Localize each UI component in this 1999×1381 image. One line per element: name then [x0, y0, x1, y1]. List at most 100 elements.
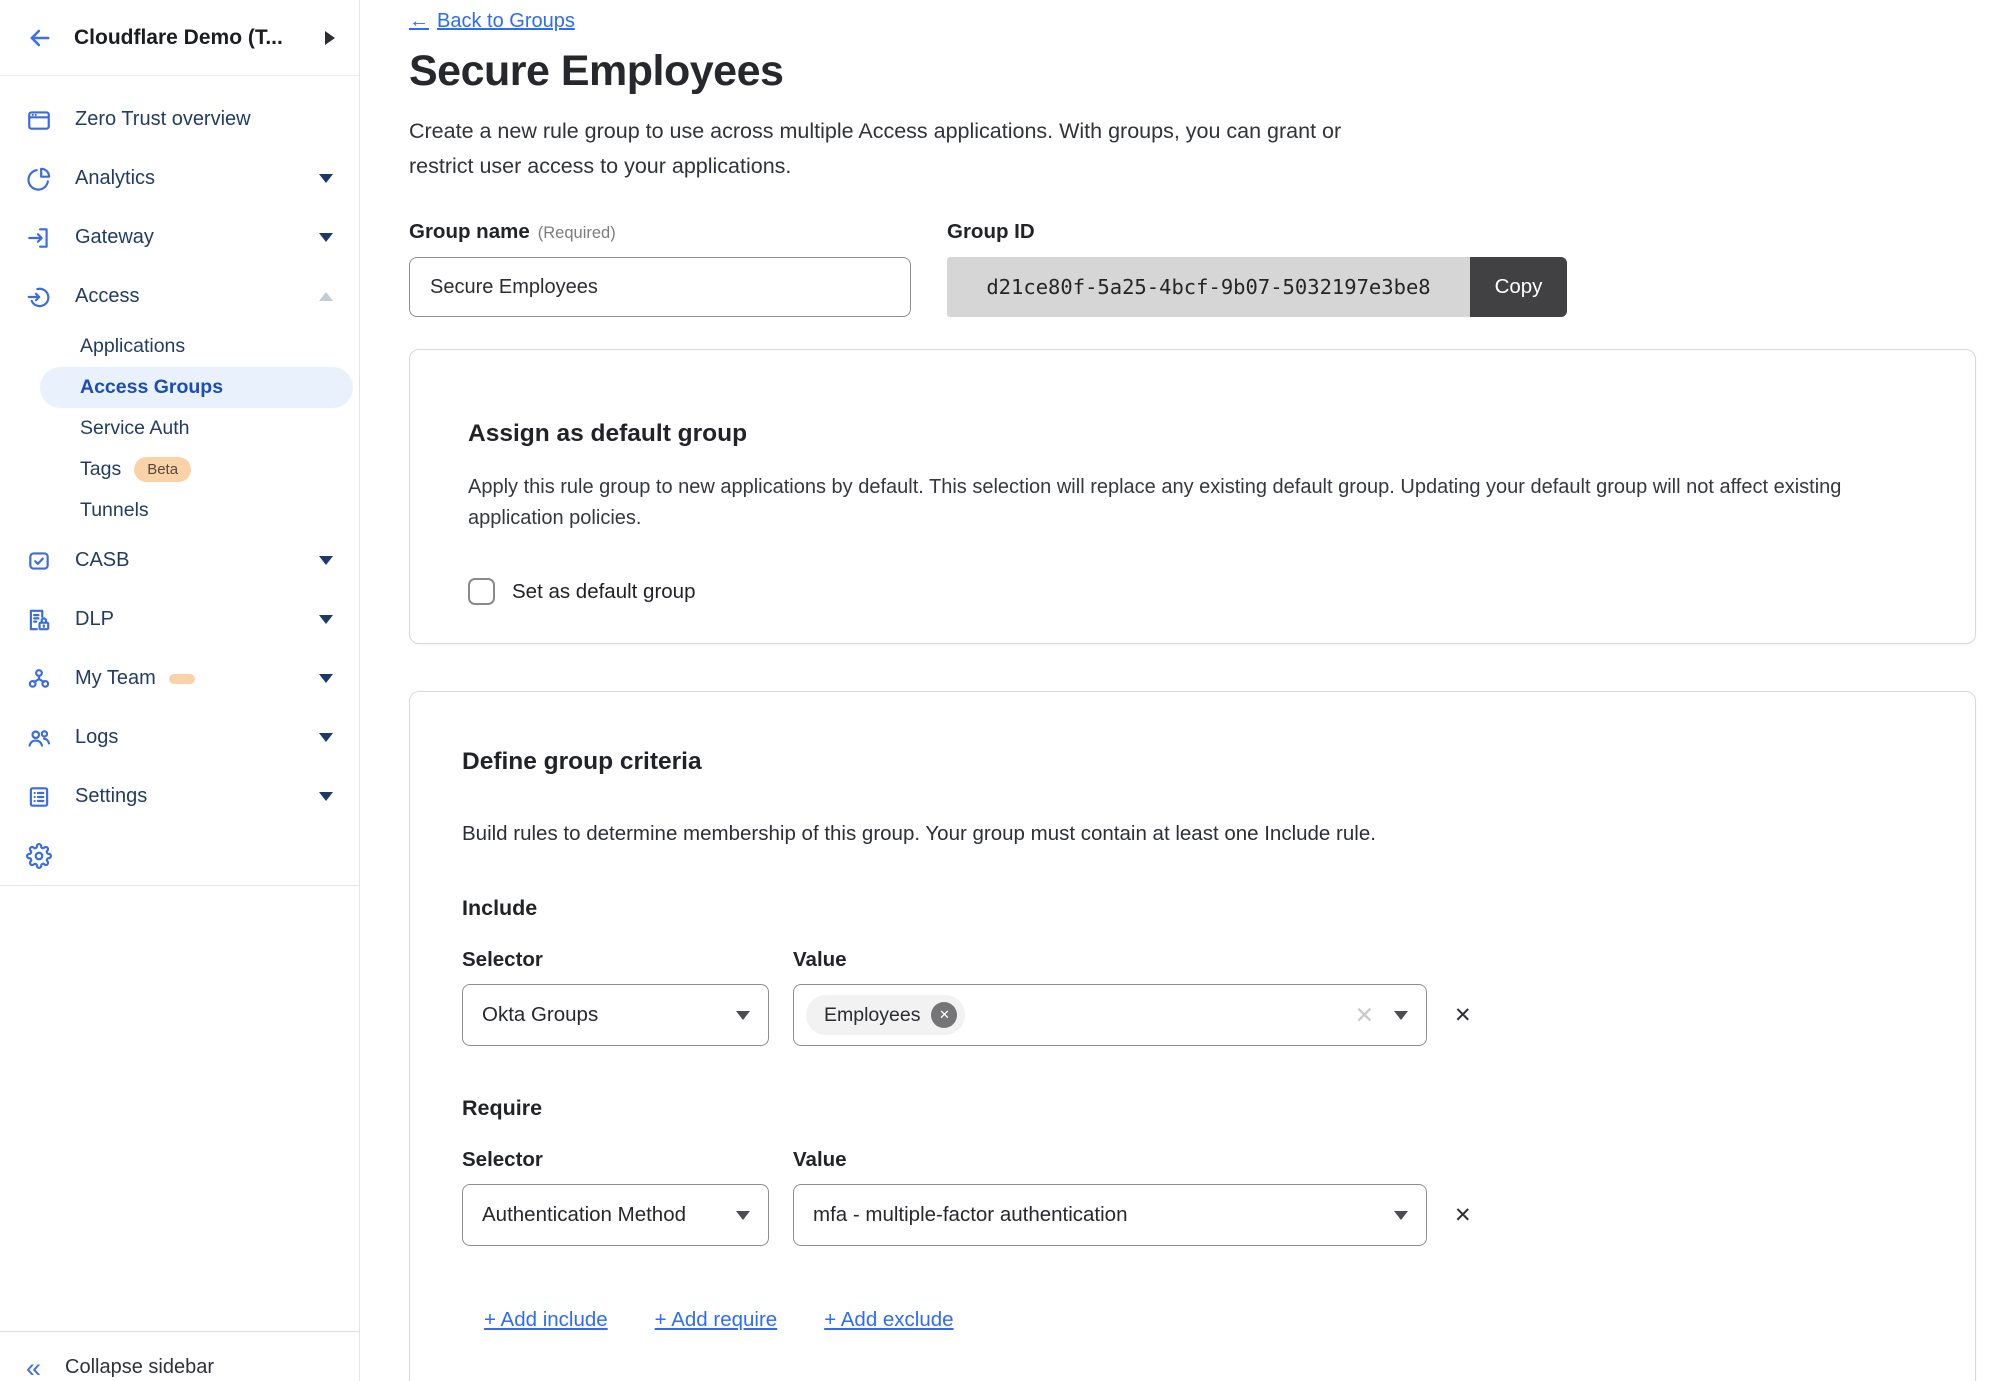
- sidebar-item-analytics[interactable]: Analytics: [0, 149, 359, 208]
- overview-icon: [26, 107, 52, 133]
- require-value-label: Value: [793, 1148, 847, 1172]
- chevron-down-icon: [736, 1011, 750, 1020]
- criteria-card: Define group criteria Build rules to det…: [409, 691, 1976, 1381]
- include-selector-dropdown[interactable]: Okta Groups: [462, 984, 769, 1046]
- require-heading: Require: [462, 1096, 1923, 1121]
- sidebar-item-dex[interactable]: My Team: [0, 649, 359, 708]
- back-to-groups-link[interactable]: ← Back to Groups: [409, 10, 575, 33]
- include-selector-value: Okta Groups: [482, 1003, 598, 1027]
- chevron-down-icon: [736, 1211, 750, 1220]
- dlp-icon: [26, 607, 52, 633]
- sidebar-item-casb[interactable]: CASB: [0, 531, 359, 590]
- sidebar-item-logs[interactable]: Settings: [0, 767, 359, 826]
- remove-include-rule-icon[interactable]: ✕: [1454, 1003, 1472, 1028]
- include-value-multiselect[interactable]: Employees ✕ ✕: [793, 984, 1427, 1046]
- chevron-down-icon[interactable]: [319, 792, 333, 801]
- sidebar-subitem-label: Tunnels: [80, 499, 149, 522]
- sidebar-item-label: My Team: [75, 667, 156, 690]
- back-arrow-glyph: ←: [409, 10, 429, 33]
- sidebar-item-label: CASB: [75, 549, 129, 572]
- beta-badge: Beta: [134, 457, 191, 482]
- required-hint: (Required): [538, 224, 616, 242]
- sidebar-item-label: Gateway: [75, 226, 154, 249]
- sidebar-subitem-label: Service Auth: [80, 417, 189, 440]
- add-exclude-link[interactable]: + Add exclude: [824, 1308, 953, 1332]
- sidebar-item-label: Zero Trust overview: [75, 108, 251, 131]
- casb-icon: [26, 548, 52, 574]
- include-rule-row: Okta Groups Employees ✕ ✕ ✕: [462, 984, 1923, 1046]
- sidebar-nav: Zero Trust overview Analytics Gateway Ac…: [0, 76, 359, 886]
- sidebar-item-zero-trust-overview[interactable]: Zero Trust overview: [0, 90, 359, 149]
- criteria-description: Build rules to determine membership of t…: [462, 822, 1923, 846]
- chevron-down-icon[interactable]: [319, 615, 333, 624]
- require-selector-dropdown[interactable]: Authentication Method: [462, 1184, 769, 1246]
- collapse-sidebar-label: Collapse sidebar: [65, 1356, 214, 1379]
- chevron-down-icon: [1394, 1011, 1408, 1020]
- sidebar-item-label: Settings: [75, 785, 147, 808]
- rule-actions: + Add include + Add require + Add exclud…: [484, 1308, 1923, 1332]
- sidebar-subitem-label: Applications: [80, 335, 185, 358]
- group-id-field: Group ID d21ce80f-5a25-4bcf-9b07-5032197…: [947, 220, 1567, 317]
- sidebar-item-settings[interactable]: [0, 826, 359, 885]
- copy-button[interactable]: Copy: [1470, 257, 1567, 317]
- access-icon: [26, 284, 52, 310]
- chevron-down-icon: [1394, 1211, 1408, 1220]
- set-default-checkbox[interactable]: [468, 578, 495, 605]
- sidebar-item-my-team[interactable]: Logs: [0, 708, 359, 767]
- account-title: Cloudflare Demo (T...: [74, 26, 283, 50]
- chip-remove-icon[interactable]: ✕: [931, 1002, 957, 1028]
- collapse-sidebar-button[interactable]: « Collapse sidebar: [0, 1331, 359, 1381]
- expand-triangle-icon[interactable]: [325, 31, 335, 45]
- include-value-label: Value: [793, 948, 847, 972]
- group-name-field: Group name (Required): [409, 220, 911, 317]
- require-selector-label: Selector: [462, 1148, 793, 1172]
- clear-field-icon[interactable]: ✕: [1355, 1002, 1374, 1029]
- page-title: Secure Employees: [409, 47, 1999, 96]
- sidebar-item-label: Access: [75, 285, 139, 308]
- chevron-down-icon[interactable]: [319, 174, 333, 183]
- sidebar-item-tags[interactable]: Tags Beta: [0, 449, 359, 490]
- team-icon: [26, 725, 52, 751]
- criteria-title: Define group criteria: [462, 748, 1923, 776]
- sidebar-item-applications[interactable]: Applications: [0, 326, 359, 367]
- chevron-down-icon[interactable]: [319, 556, 333, 565]
- set-default-label: Set as default group: [512, 580, 696, 604]
- add-include-link[interactable]: + Add include: [484, 1308, 608, 1332]
- sidebar-item-service-auth[interactable]: Service Auth: [0, 408, 359, 449]
- default-group-card: Assign as default group Apply this rule …: [409, 349, 1976, 644]
- sidebar-item-gateway[interactable]: Gateway: [0, 208, 359, 267]
- main-content: ← Back to Groups Secure Employees Create…: [361, 0, 1999, 1381]
- group-name-input[interactable]: [409, 257, 911, 317]
- sidebar-subitem-label: Tags: [80, 458, 121, 481]
- sidebar-item-dlp[interactable]: DLP: [0, 590, 359, 649]
- sidebar-divider: [0, 885, 359, 886]
- chevron-down-icon[interactable]: [319, 674, 333, 683]
- dex-icon: [26, 666, 52, 692]
- sidebar-header: Cloudflare Demo (T...: [0, 0, 359, 76]
- include-selector-label: Selector: [462, 948, 793, 972]
- page-description: Create a new rule group to use across mu…: [409, 114, 1394, 184]
- chip-label: Employees: [824, 1004, 920, 1027]
- add-require-link[interactable]: + Add require: [655, 1308, 778, 1332]
- remove-require-rule-icon[interactable]: ✕: [1454, 1203, 1472, 1228]
- default-group-description: Apply this rule group to new application…: [468, 472, 1913, 534]
- group-name-label: Group name: [409, 220, 530, 243]
- gateway-icon: [26, 225, 52, 251]
- require-value: mfa - multiple-factor authentication: [813, 1203, 1127, 1227]
- group-id-value: d21ce80f-5a25-4bcf-9b07-5032197e3be8: [947, 257, 1470, 317]
- sidebar-item-label: Analytics: [75, 167, 155, 190]
- group-id-label: Group ID: [947, 220, 1567, 244]
- sidebar-item-access[interactable]: Access: [0, 267, 359, 326]
- require-value-dropdown[interactable]: mfa - multiple-factor authentication: [793, 1184, 1427, 1246]
- chevron-down-icon[interactable]: [319, 733, 333, 742]
- sidebar-item-label: Logs: [75, 726, 118, 749]
- require-rule-row: Authentication Method mfa - multiple-fac…: [462, 1184, 1923, 1246]
- sidebar-item-label: DLP: [75, 608, 114, 631]
- sidebar-item-access-groups[interactable]: Access Groups: [40, 367, 353, 408]
- include-heading: Include: [462, 896, 1923, 921]
- chevron-up-icon[interactable]: [319, 292, 333, 301]
- chevron-down-icon[interactable]: [319, 233, 333, 242]
- analytics-icon: [26, 166, 52, 192]
- back-arrow-icon[interactable]: [26, 24, 54, 52]
- sidebar-item-tunnels[interactable]: Tunnels: [0, 490, 359, 531]
